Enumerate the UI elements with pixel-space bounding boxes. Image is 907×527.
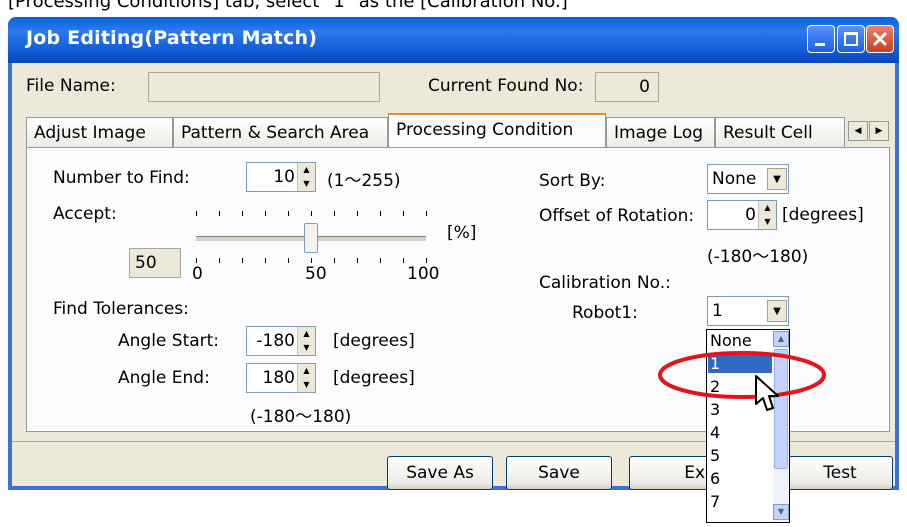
sort-by-select[interactable]: None ▼ [707, 164, 789, 194]
angle-end-unit: [degrees] [333, 368, 415, 388]
angle-start-input[interactable]: -180 ▲ ▼ [246, 326, 316, 356]
scroll-down-icon[interactable]: ▼ [773, 504, 789, 520]
highlight-circle [658, 351, 826, 399]
save-as-button[interactable]: Save As [387, 456, 493, 490]
angle-start-spinner[interactable]: ▲ ▼ [297, 327, 315, 355]
slider-max-label: 100 [407, 264, 440, 284]
find-tolerances-label: Find Tolerances: [53, 299, 189, 319]
angle-range-label: (-180～180) [250, 407, 352, 427]
tab-scroll-right-button[interactable]: ▶ [869, 121, 889, 141]
file-name-field[interactable] [148, 72, 380, 102]
percent-unit: [%] [447, 223, 477, 243]
number-to-find-label: Number to Find: [53, 168, 190, 188]
angle-end-input[interactable]: 180 ▲ ▼ [246, 363, 316, 393]
sort-by-value: None [712, 169, 757, 189]
chevron-down-icon[interactable]: ▼ [767, 168, 787, 190]
dropdown-option[interactable]: 6 [708, 470, 772, 488]
maximize-icon [844, 32, 858, 46]
dropdown-option[interactable]: 7 [708, 493, 772, 511]
robot1-label: Robot1: [572, 303, 638, 323]
tab-image-log[interactable]: Image Log [606, 117, 715, 147]
minimize-button[interactable] [807, 25, 835, 53]
slider-min-label: 0 [192, 264, 203, 284]
angle-start-unit: [degrees] [333, 331, 415, 351]
file-name-label: File Name: [26, 76, 116, 96]
angle-start-label: Angle Start: [118, 331, 220, 351]
accept-slider[interactable] [192, 211, 432, 263]
angle-end-value: 180 [262, 368, 295, 388]
offset-rotation-value: 0 [745, 205, 756, 225]
window-title: Job Editing(Pattern Match) [26, 27, 318, 49]
dropdown-option[interactable]: 4 [708, 424, 772, 442]
offset-rotation-label: Offset of Rotation: [539, 206, 695, 226]
save-button[interactable]: Save [506, 456, 612, 490]
offset-rotation-unit: [degrees] [782, 205, 864, 225]
slider-mid-label: 50 [305, 264, 327, 284]
minimize-icon [815, 43, 825, 46]
tab-scroll-left-button[interactable]: ◀ [848, 121, 868, 141]
robot1-select[interactable]: 1 ▼ [707, 296, 789, 326]
tab-result-cell[interactable]: Result Cell [715, 117, 845, 147]
calibration-label: Calibration No.: [539, 273, 671, 293]
test-button[interactable]: Test [787, 456, 893, 490]
close-button[interactable] [866, 25, 894, 53]
close-icon [872, 31, 888, 47]
number-to-find-value: 10 [273, 167, 295, 187]
number-to-find-input[interactable]: 10 ▲ ▼ [246, 162, 316, 192]
angle-start-value: -180 [256, 331, 295, 351]
title-bar: Job Editing(Pattern Match) [8, 17, 899, 63]
offset-rotation-input[interactable]: 0 ▲ ▼ [707, 200, 777, 230]
angle-end-spinner[interactable]: ▲ ▼ [297, 364, 315, 392]
current-found-label: Current Found No: [428, 76, 584, 96]
chevron-down-icon[interactable]: ▼ [767, 300, 787, 322]
tab-processing-condition[interactable]: Processing Condition [388, 113, 606, 147]
dropdown-option[interactable]: 5 [708, 447, 772, 465]
number-to-find-spinner[interactable]: ▲ ▼ [297, 163, 315, 191]
robot1-value: 1 [712, 301, 723, 321]
tab-adjust-image[interactable]: Adjust Image [26, 117, 173, 147]
tab-pattern-search-area[interactable]: Pattern & Search Area [173, 117, 388, 147]
current-found-field: 0 [595, 72, 659, 102]
offset-rotation-spinner[interactable]: ▲ ▼ [758, 201, 776, 229]
offset-range-label: (-180～180) [707, 247, 809, 267]
angle-end-label: Angle End: [118, 368, 210, 388]
number-to-find-range: (1～255) [327, 171, 401, 191]
accept-value-field: 50 [129, 248, 181, 278]
accept-label: Accept: [53, 204, 117, 224]
instruction-caption: [Processing Conditions] tab, select "1" … [8, 0, 568, 12]
slider-thumb[interactable] [304, 223, 318, 253]
mouse-pointer-icon [755, 375, 779, 411]
sort-by-label: Sort By: [539, 171, 606, 191]
maximize-button[interactable] [837, 25, 865, 53]
